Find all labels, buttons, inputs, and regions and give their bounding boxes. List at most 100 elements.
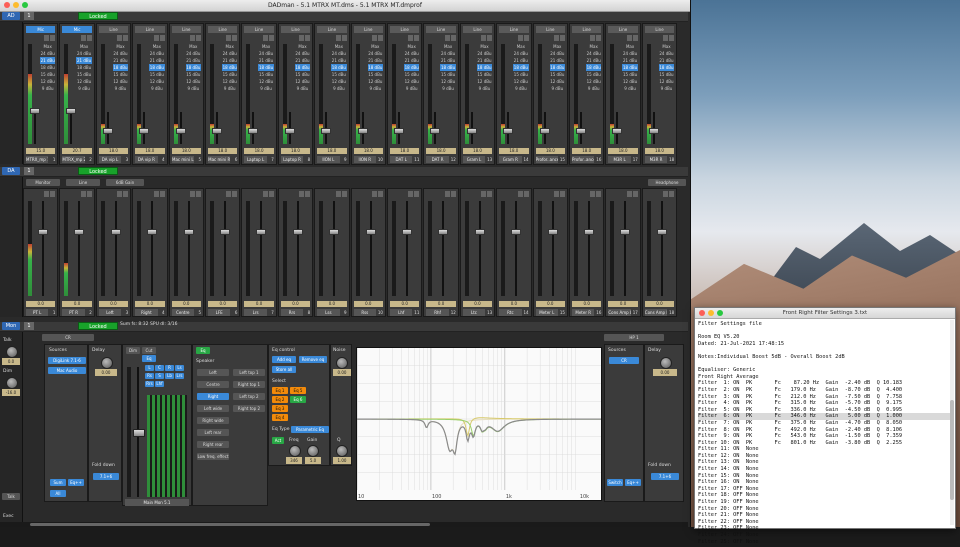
- eq-select-button[interactable]: Eq 1: [272, 387, 288, 394]
- gain-step[interactable]: 15 dBu: [477, 71, 492, 78]
- eq-select-button[interactable]: Eq 5: [290, 387, 306, 394]
- gain-step[interactable]: 24 dBu: [186, 50, 201, 57]
- output-fader[interactable]: [584, 229, 594, 235]
- da-section-number[interactable]: 1: [24, 167, 34, 175]
- gain-step[interactable]: 24 dBu: [149, 50, 164, 57]
- gain-step[interactable]: 18 dBu: [513, 64, 529, 71]
- gain-step[interactable]: 12 dBu: [222, 78, 237, 85]
- output-fader[interactable]: [329, 229, 340, 235]
- eq-select-button[interactable]: Eq 6: [290, 396, 306, 403]
- gain-fader[interactable]: [30, 108, 40, 114]
- gain-step[interactable]: 15 dBu: [149, 71, 164, 78]
- gain-fader[interactable]: [66, 108, 77, 114]
- da-tab-line[interactable]: Line: [66, 179, 100, 186]
- gain-step[interactable]: 12 dBu: [76, 78, 91, 85]
- gain-step[interactable]: 12 dBu: [331, 78, 346, 85]
- gain-step[interactable]: Max: [295, 43, 310, 50]
- mon-section-number[interactable]: 1: [24, 322, 34, 330]
- mute-grid-channel[interactable]: L: [145, 365, 154, 371]
- note-scrollbar[interactable]: [950, 320, 954, 525]
- mute-button[interactable]: [50, 191, 56, 197]
- ph-button[interactable]: [262, 35, 268, 41]
- channel-name[interactable]: Profor..ance R: [572, 156, 595, 163]
- channel-name[interactable]: MTRX_mp 2: [62, 156, 85, 163]
- gain-step[interactable]: 18 dBu: [476, 64, 493, 71]
- hp-delay-knob[interactable]: [660, 357, 672, 369]
- da-locked-badge[interactable]: Locked: [78, 167, 118, 175]
- gain-step[interactable]: 15 dBu: [76, 71, 91, 78]
- gain-step[interactable]: 9 dBu: [404, 85, 419, 92]
- cut-button[interactable]: Cut: [142, 347, 156, 354]
- speaker-button[interactable]: Left: [197, 369, 229, 376]
- zoom-button[interactable]: [22, 2, 28, 8]
- gain-step[interactable]: 24 dBu: [659, 50, 674, 57]
- gain-step[interactable]: 21 dBu: [404, 57, 419, 64]
- output-fader[interactable]: [547, 229, 558, 235]
- mute-button[interactable]: [232, 35, 238, 41]
- channel-name[interactable]: Laptop R: [280, 156, 304, 163]
- gain-step[interactable]: 24 dBu: [295, 50, 310, 57]
- gain-step[interactable]: 12 dBu: [659, 78, 674, 85]
- channel-name[interactable]: IION L: [317, 156, 340, 163]
- channel-name[interactable]: M3R L: [608, 156, 631, 163]
- speaker-top-button[interactable]: Right top 2: [233, 405, 265, 412]
- gain-step[interactable]: 9 dBu: [40, 85, 55, 92]
- gain-step[interactable]: 9 dBu: [331, 85, 346, 92]
- gain-fader[interactable]: [248, 128, 259, 134]
- gain-step[interactable]: 18 dBu: [222, 64, 238, 71]
- talk-knob[interactable]: [6, 346, 18, 358]
- gain-step[interactable]: 12 dBu: [149, 78, 164, 85]
- ph-button[interactable]: [590, 35, 596, 41]
- channel-name[interactable]: DA vip R: [135, 156, 158, 163]
- solo-button[interactable]: [590, 191, 596, 197]
- gain-fader[interactable]: [648, 128, 659, 134]
- gain-step[interactable]: 9 dBu: [477, 85, 492, 92]
- dim-button[interactable]: Dim: [126, 347, 140, 354]
- gain-step[interactable]: 24 dBu: [258, 50, 273, 57]
- input-type-select[interactable]: Mic: [62, 26, 92, 33]
- gain-step[interactable]: 21 dBu: [331, 57, 346, 64]
- gain-step[interactable]: 24 dBu: [40, 50, 55, 57]
- gain-step[interactable]: Max: [586, 43, 601, 50]
- gain-knob[interactable]: [307, 445, 319, 457]
- mon-locked-badge[interactable]: Locked: [78, 322, 118, 330]
- gain-step[interactable]: Max: [149, 43, 164, 50]
- ph-button[interactable]: [153, 35, 159, 41]
- solo-button[interactable]: [226, 191, 232, 197]
- eq-select-button[interactable]: Eq 2: [272, 396, 288, 403]
- mute-grid-channel[interactable]: Rrs: [145, 381, 154, 387]
- gain-step[interactable]: 12 dBu: [113, 78, 128, 85]
- output-fader[interactable]: [656, 229, 667, 235]
- channel-name[interactable]: Cons Amp L: [608, 309, 631, 316]
- gain-step[interactable]: 15 dBu: [295, 71, 310, 78]
- gain-step[interactable]: Max: [622, 43, 637, 50]
- gain-step[interactable]: 24 dBu: [368, 50, 383, 57]
- channel-name[interactable]: Cons Amp R: [644, 309, 668, 316]
- mute-button[interactable]: [305, 191, 311, 197]
- gain-step[interactable]: 21 dBu: [113, 57, 128, 64]
- solo-button[interactable]: [262, 191, 268, 197]
- gain-step[interactable]: 21 dBu: [368, 57, 383, 64]
- mute-button[interactable]: [159, 191, 165, 197]
- mute-button[interactable]: [305, 35, 311, 41]
- mute-button[interactable]: [487, 35, 493, 41]
- mute-button[interactable]: [669, 35, 675, 41]
- gain-step[interactable]: 12 dBu: [550, 78, 565, 85]
- speaker-button[interactable]: Centre: [197, 381, 229, 388]
- gain-step[interactable]: 15 dBu: [258, 71, 273, 78]
- source-mac-audio[interactable]: Mac Audio: [48, 367, 86, 374]
- channel-name[interactable]: LFE: [208, 309, 231, 316]
- gain-step[interactable]: 12 dBu: [295, 78, 310, 85]
- gain-step[interactable]: 9 dBu: [659, 85, 674, 92]
- solo-button[interactable]: [80, 191, 86, 197]
- output-fader[interactable]: [74, 229, 85, 235]
- mute-grid-channel[interactable]: Lrs: [175, 373, 184, 379]
- gain-step[interactable]: 18 dBu: [658, 64, 675, 71]
- mute-button[interactable]: [195, 35, 201, 41]
- gain-fader[interactable]: [357, 128, 368, 134]
- mute-button[interactable]: [414, 35, 420, 41]
- ad-locked-badge[interactable]: Locked: [78, 12, 118, 20]
- gain-step[interactable]: 15 dBu: [222, 71, 237, 78]
- mute-button[interactable]: [86, 35, 92, 41]
- gain-fader[interactable]: [394, 128, 404, 134]
